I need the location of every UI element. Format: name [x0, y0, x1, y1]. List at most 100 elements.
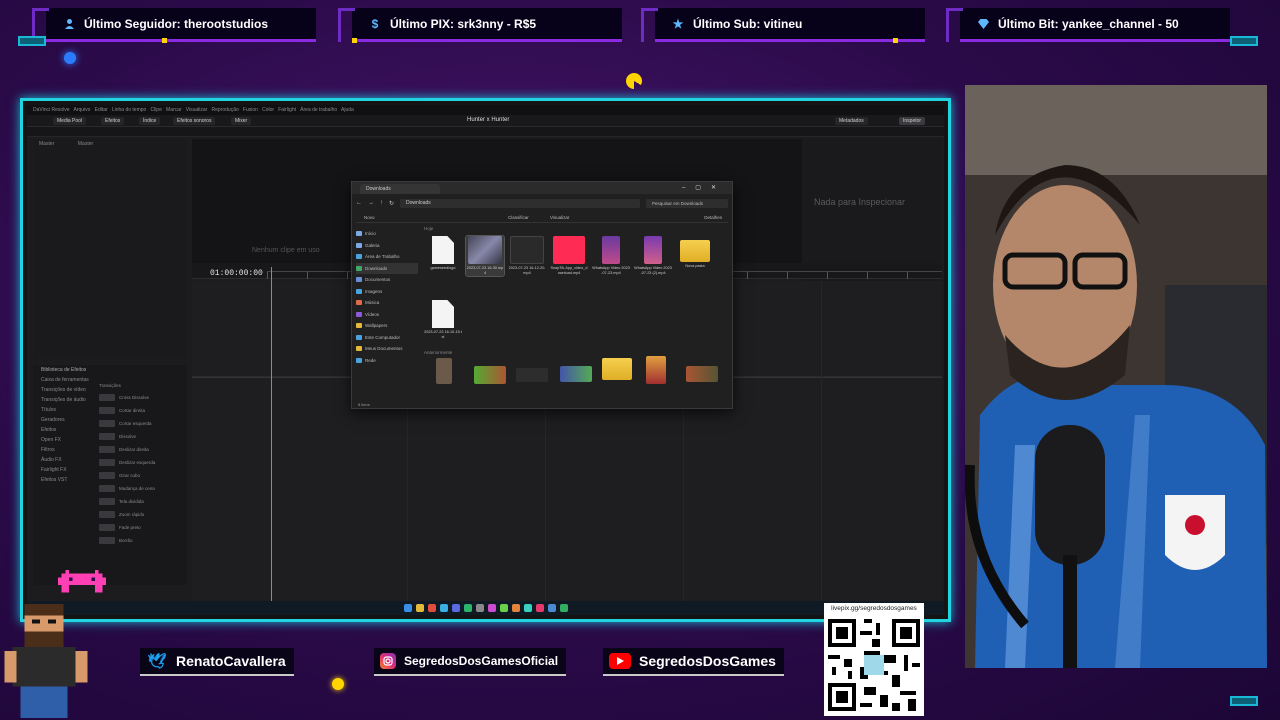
effect-item[interactable]: Zoom rápido	[99, 508, 185, 521]
app-icon[interactable]	[559, 604, 568, 612]
effect-item[interactable]: Dissolve	[99, 430, 185, 443]
social-twitter: 🕊 RenatoCavallera	[140, 648, 294, 676]
file-item[interactable]: SnapTik.App_video_download.mp4	[550, 236, 588, 276]
effect-item[interactable]: Cortar esquerda	[99, 417, 185, 430]
pacman-icon	[626, 73, 642, 89]
app-icon[interactable]	[475, 604, 484, 612]
start-icon[interactable]	[403, 604, 412, 612]
video-thumbnail[interactable]	[646, 356, 666, 384]
details-button[interactable]: Detalhes	[704, 215, 722, 220]
app-icon[interactable]	[463, 604, 472, 612]
up-arrow-icon[interactable]: ↑	[380, 200, 383, 206]
new-button[interactable]: Novo	[364, 215, 375, 220]
webcam-image	[965, 85, 1267, 668]
file-item[interactable]: WhatsApp Video 2023-07-23 (2).mp4	[634, 236, 672, 276]
alert-label: Último PIX: srk3nny - R$5	[390, 16, 537, 31]
window-controls[interactable]: –▢✕	[682, 184, 726, 191]
effect-item[interactable]: Deslizar direita	[99, 443, 185, 456]
app-icon[interactable]	[547, 604, 556, 612]
nav-item[interactable]: Este Computador	[356, 332, 418, 344]
nav-item[interactable]: Início	[356, 228, 418, 240]
effect-item[interactable]: Mudança de cena	[99, 482, 185, 495]
effect-item[interactable]: Borrão	[99, 534, 185, 547]
nav-item[interactable]: Área de Trabalho	[356, 251, 418, 263]
social-youtube: SegredosDosGames	[603, 648, 784, 676]
nav-item[interactable]: Música	[356, 297, 418, 309]
tab-index[interactable]: Índice	[139, 117, 161, 125]
section-earlier: Anteriormente	[424, 350, 453, 355]
nav-item[interactable]: Wallpapers	[356, 320, 418, 332]
tab-mixer[interactable]: Mixer	[231, 117, 252, 125]
explorer-address-row: ← → ↑ ↻ Downloads Pesquisar em Downloads	[356, 197, 728, 209]
app-icon[interactable]	[499, 604, 508, 612]
explorer-icon[interactable]	[415, 604, 424, 612]
file-item[interactable]: 2023-07-23 16-12-20.mp4	[508, 236, 546, 276]
effect-item[interactable]: Fade preto	[99, 521, 185, 534]
folder-item[interactable]: Nova pasta	[676, 236, 714, 269]
video-thumbnail[interactable]	[474, 366, 506, 384]
folder-icon[interactable]	[602, 358, 632, 380]
tab-media-pool[interactable]: Media Pool	[53, 117, 87, 125]
nav-item[interactable]: Imagens	[356, 286, 418, 298]
nav-item[interactable]: Documentos	[356, 274, 418, 286]
view-button[interactable]: Visualizar	[550, 215, 569, 220]
document-icon	[432, 236, 454, 264]
pixel-character	[4, 600, 88, 718]
app-icon[interactable]	[487, 604, 496, 612]
nav-item[interactable]: Meus Documentos	[356, 343, 418, 355]
tab-sound-library[interactable]: Efeitos sonoros	[173, 117, 216, 125]
app-icon[interactable]	[523, 604, 532, 612]
nav-item[interactable]: Rede	[356, 355, 418, 367]
twitter-icon: 🕊	[147, 653, 167, 670]
social-label: SegredosDosGames	[639, 653, 776, 669]
tab-effects[interactable]: Efeitos	[101, 117, 125, 125]
effect-item[interactable]: Deslizar esquerda	[99, 456, 185, 469]
explorer-tab[interactable]: Downloads	[360, 184, 440, 194]
file-item-selected[interactable]: 2023-07-23 16-30.mp4	[465, 235, 505, 277]
explorer-search-input[interactable]: Pesquisar em Downloads	[646, 198, 728, 208]
media-pool-panel: Master Master	[33, 139, 187, 359]
effect-item[interactable]: Cross Dissolve	[99, 391, 185, 404]
browser-icon[interactable]	[427, 604, 436, 612]
playhead[interactable]	[271, 267, 272, 607]
tab-metadata[interactable]: Metadados	[835, 117, 868, 125]
nav-item[interactable]: Vídeos	[356, 309, 418, 321]
effect-item[interactable]: Girar cubo	[99, 469, 185, 482]
panel-header: Master Master	[39, 141, 94, 147]
address-bar[interactable]: Downloads	[400, 198, 640, 208]
file-item[interactable]: gameseedlogo	[424, 236, 462, 271]
video-thumbnail[interactable]	[560, 366, 592, 382]
qr-image	[824, 615, 924, 715]
space-invader-icon	[56, 570, 108, 596]
tab-inspector[interactable]: Inspetor	[899, 117, 926, 125]
video-thumbnail[interactable]	[516, 368, 548, 382]
refresh-icon[interactable]: ↻	[389, 200, 394, 207]
panel-title: Biblioteca de Efeitos	[41, 367, 87, 373]
video-thumbnail[interactable]	[686, 366, 718, 382]
gold-dot	[893, 38, 898, 43]
menu-bar: DaVinci Resolve Arquivo Editar Linha do …	[27, 105, 944, 115]
back-arrow-icon[interactable]: ←	[356, 200, 362, 206]
app-icon[interactable]	[451, 604, 460, 612]
file-item[interactable]: WhatsApp Video 2023-07-23.mp4	[592, 236, 630, 276]
effect-item[interactable]: Cortar direita	[99, 404, 185, 417]
video-thumbnail	[510, 236, 544, 264]
status-bar: 8 itens	[358, 402, 370, 407]
nav-item[interactable]: Galeria	[356, 240, 418, 252]
section-today: Hoje	[424, 226, 434, 231]
effects-header: Transições	[99, 383, 121, 388]
effects-list: Transições Cross Dissolve Cortar direita…	[99, 383, 185, 593]
forward-arrow-icon[interactable]: →	[368, 200, 374, 206]
app-icon[interactable]	[535, 604, 544, 612]
app-icon[interactable]	[511, 604, 520, 612]
corner-decoration	[1230, 36, 1258, 46]
sparkle-icon	[332, 678, 344, 690]
sort-button[interactable]: Classificar	[508, 215, 529, 220]
file-item[interactable]: 2023-07-23 16-10-15.txt	[424, 300, 462, 340]
effect-item[interactable]: Tela dividida	[99, 495, 185, 508]
gold-dot	[352, 38, 357, 43]
alert-last-bit: Último Bit: yankee_channel - 50	[946, 8, 1230, 42]
video-thumbnail[interactable]	[436, 358, 452, 384]
app-icon[interactable]	[439, 604, 448, 612]
nav-item-downloads[interactable]: Downloads	[356, 262, 418, 274]
